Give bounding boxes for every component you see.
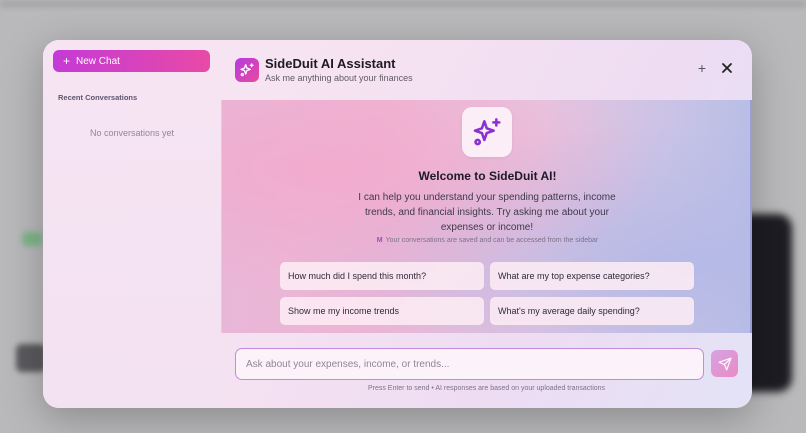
assistant-title: SideDuit AI Assistant — [265, 56, 396, 71]
new-chat-label: New Chat — [76, 55, 120, 67]
conversation-sidebar: + New Chat Recent Conversations No conve… — [43, 40, 221, 408]
background-blurred-element — [16, 344, 46, 372]
suggestion-button[interactable]: What are my top expense categories? — [490, 262, 694, 290]
welcome-title: Welcome to SideDuit AI! — [418, 169, 557, 183]
saved-note-icon: M — [376, 237, 383, 244]
send-button[interactable] — [711, 350, 738, 377]
new-chat-button[interactable]: + New Chat — [53, 50, 210, 72]
suggestion-button[interactable]: What's my average daily spending? — [490, 297, 694, 325]
empty-conversations-text: No conversations yet — [89, 128, 175, 138]
background-top-bar — [0, 0, 806, 8]
chat-messages-area[interactable]: Welcome to SideDuit AI! I can help you u… — [221, 100, 752, 333]
background-blurred-element — [22, 232, 42, 246]
saved-conversations-note: M Your conversations are saved and can be… — [222, 237, 752, 244]
plus-icon: + — [63, 54, 71, 68]
ai-assistant-modal: + New Chat Recent Conversations No conve… — [43, 40, 752, 408]
plus-icon[interactable]: + — [694, 60, 710, 76]
scrollbar[interactable] — [750, 100, 752, 333]
recent-conversations-heading: Recent Conversations — [58, 93, 138, 102]
chat-input-area: Press Enter to send • AI responses are b… — [221, 333, 752, 408]
sparkles-icon — [462, 107, 512, 157]
assistant-header: SideDuit AI Assistant Ask me anything ab… — [221, 40, 752, 100]
suggestion-button[interactable]: How much did I spend this month? — [280, 262, 484, 290]
chat-input[interactable] — [235, 348, 704, 380]
close-icon[interactable] — [720, 61, 734, 75]
send-icon — [718, 357, 731, 370]
input-footer-note: Press Enter to send • AI responses are b… — [367, 385, 606, 392]
saved-note-text: Your conversations are saved and can be … — [385, 237, 599, 244]
sparkles-icon — [235, 58, 259, 82]
suggestion-button[interactable]: Show me my income trends — [280, 297, 484, 325]
welcome-intro: I can help you understand your spending … — [358, 192, 616, 233]
assistant-subtitle: Ask me anything about your finances — [265, 73, 413, 83]
